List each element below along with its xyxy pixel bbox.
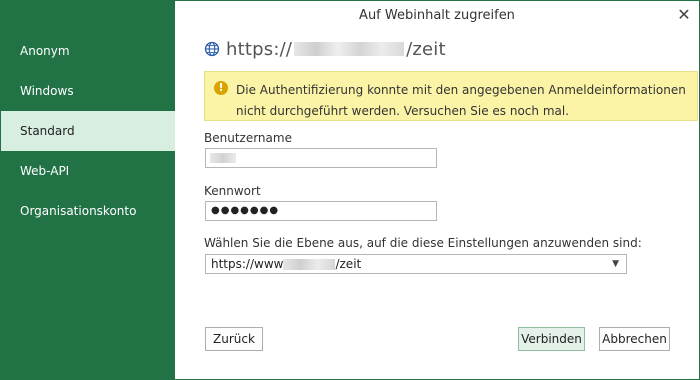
warning-icon: !	[214, 81, 228, 95]
sidebar-item-web-api[interactable]: Web-API	[1, 151, 175, 191]
sidebar-item-label: Windows	[20, 84, 74, 98]
cancel-button[interactable]: Abbrechen	[599, 327, 670, 351]
sidebar-item-anonym[interactable]: Anonym	[1, 31, 175, 71]
chevron-down-icon: ▼	[612, 259, 619, 269]
redacted-level-host	[283, 259, 336, 270]
url-suffix: /zeit	[406, 38, 446, 60]
warning-message: Die Authentifizierung konnte mit den ang…	[236, 83, 686, 118]
back-button[interactable]: Zurück	[205, 327, 263, 351]
auth-dialog: Anonym Windows Standard Web-API Organisa…	[0, 0, 700, 380]
sidebar-item-label: Anonym	[20, 44, 70, 58]
username-label: Benutzername	[204, 131, 292, 145]
connect-button[interactable]: Verbinden	[518, 327, 585, 351]
sidebar-item-windows[interactable]: Windows	[1, 71, 175, 111]
redacted-username	[210, 153, 236, 163]
password-field[interactable]: ●●●●●●●	[205, 201, 437, 221]
globe-icon	[204, 41, 220, 57]
url-prefix: https://	[226, 38, 293, 60]
level-prefix: https://www	[211, 257, 284, 271]
close-icon[interactable]: ✕	[677, 7, 691, 23]
redacted-host	[294, 42, 405, 56]
sidebar-item-label: Standard	[20, 124, 75, 138]
sidebar-item-standard[interactable]: Standard	[1, 111, 175, 151]
sidebar-item-organisationskonto[interactable]: Organisationskonto	[1, 191, 175, 231]
sidebar-item-label: Web-API	[20, 164, 70, 178]
level-label: Wählen Sie die Ebene aus, auf die diese …	[204, 236, 642, 250]
level-select[interactable]: https://www/zeit ▼	[205, 254, 627, 274]
dialog-title: Auf Webinhalt zugreifen	[359, 8, 515, 23]
resource-url: https:// /zeit	[204, 36, 446, 62]
auth-error-banner: ! Die Authentifizierung konnte mit den a…	[204, 71, 698, 121]
password-label: Kennwort	[204, 184, 261, 198]
sidebar-item-label: Organisationskonto	[20, 204, 137, 218]
level-suffix: /zeit	[335, 257, 362, 271]
username-field[interactable]	[205, 148, 437, 168]
auth-method-sidebar: Anonym Windows Standard Web-API Organisa…	[1, 1, 175, 379]
